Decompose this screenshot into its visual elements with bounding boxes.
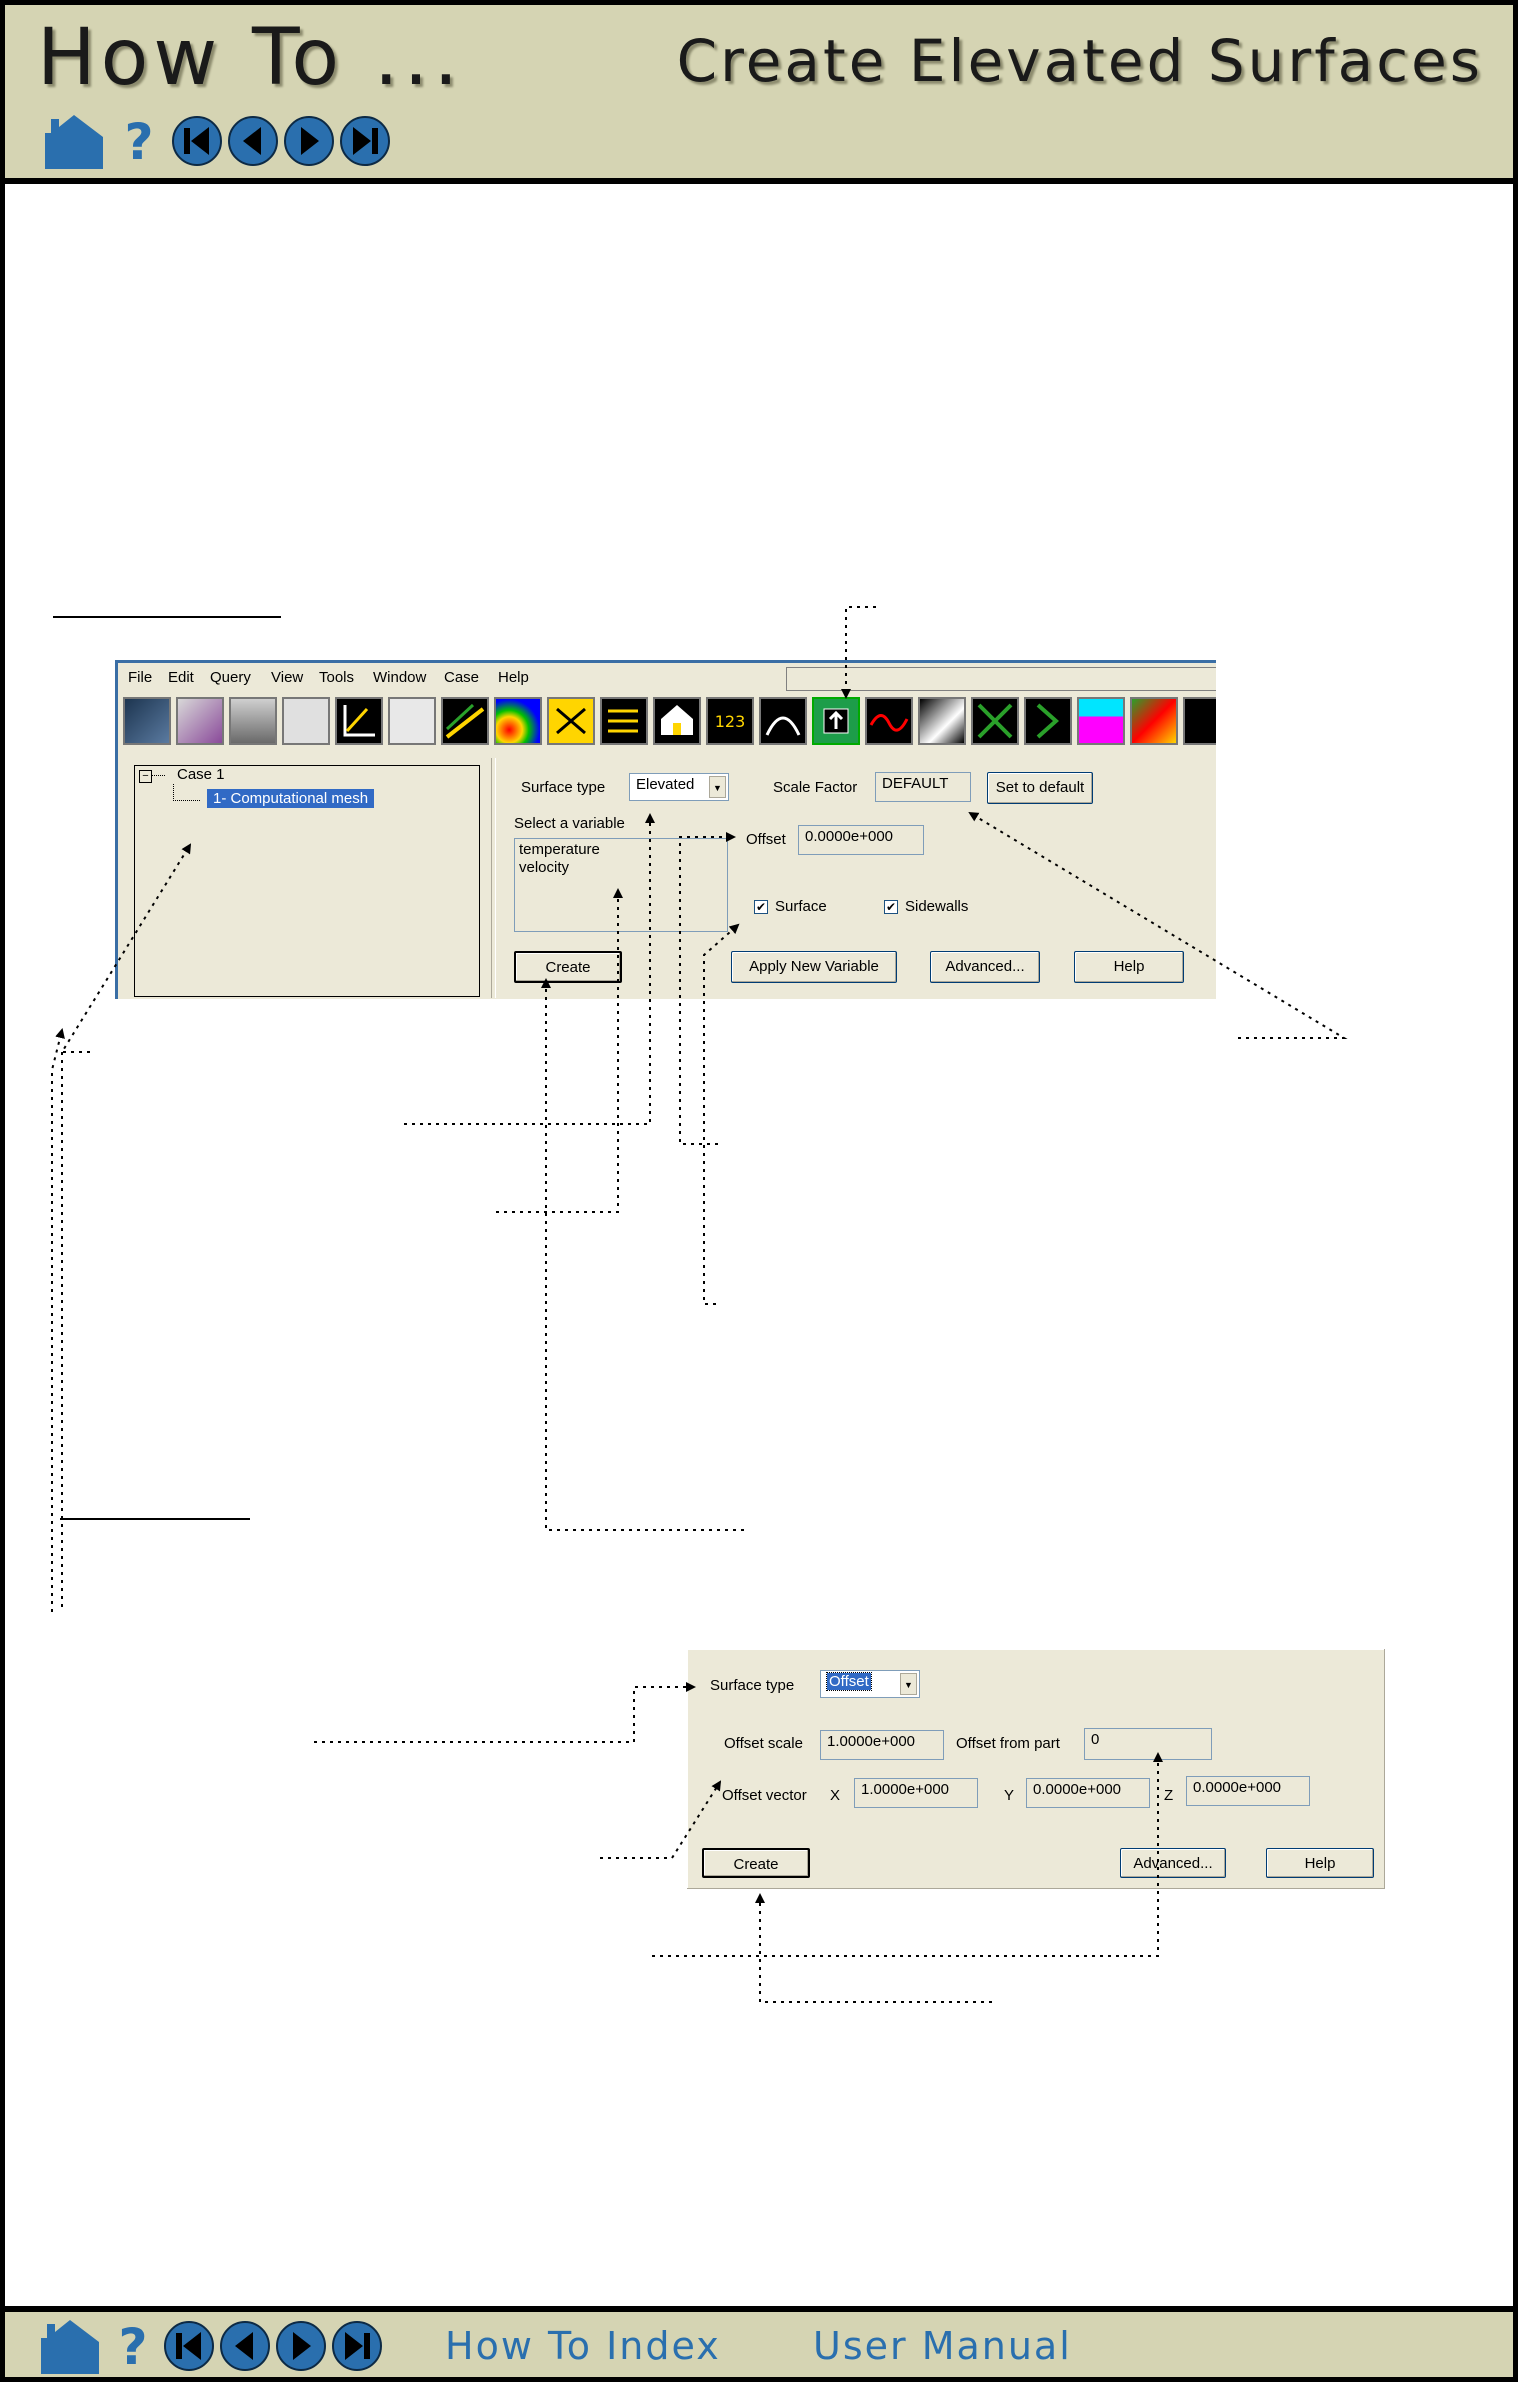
callout-surface-sidewalls xyxy=(703,923,740,1305)
callout-toolbar-icon xyxy=(841,606,876,699)
callout-offset-from-part xyxy=(652,1752,1163,1957)
callout-create xyxy=(541,978,744,1531)
svg-text:?: ? xyxy=(118,2318,147,2374)
home-icon[interactable] xyxy=(37,2318,103,2374)
callout-part-selection-2 xyxy=(51,1028,65,1612)
callout-part-selection xyxy=(60,843,192,1053)
first-page-icon[interactable] xyxy=(163,2320,215,2372)
help-icon[interactable]: ? xyxy=(109,2318,157,2374)
callout-surface-type xyxy=(404,813,655,1125)
last-page-icon[interactable] xyxy=(331,2320,383,2372)
callout-scale-factor xyxy=(968,811,1348,1039)
footer-nav: ? xyxy=(37,2318,383,2374)
how-to-index-link[interactable]: How To Index xyxy=(445,2324,721,2368)
callout-offset-surface-type xyxy=(314,1682,696,1743)
user-manual-link[interactable]: User Manual xyxy=(813,2324,1072,2368)
callout-offset-create xyxy=(755,1893,992,2003)
next-page-icon[interactable] xyxy=(275,2320,327,2372)
previous-page-icon[interactable] xyxy=(219,2320,271,2372)
callout-select-variable xyxy=(496,888,623,1213)
footer-bar: ? How To Index User Manual xyxy=(0,2306,1518,2382)
callout-offset-vector xyxy=(600,1780,722,1859)
callout-offset xyxy=(679,832,736,1145)
callout-lines xyxy=(51,606,1348,2003)
